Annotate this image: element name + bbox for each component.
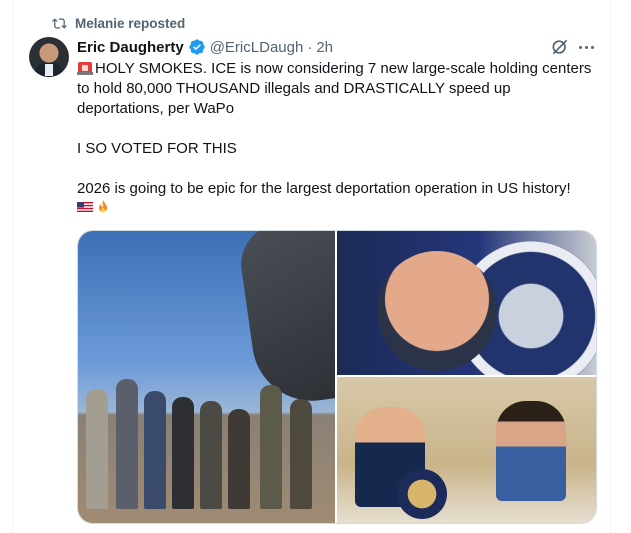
repost-label: Melanie reposted	[75, 15, 186, 31]
verified-badge-icon[interactable]	[188, 38, 206, 56]
author-handle[interactable]: @EricLDaugh	[210, 39, 304, 56]
us-flag-emoji	[77, 202, 93, 212]
siren-emoji	[77, 62, 93, 75]
ice-official-photo[interactable]	[337, 231, 596, 375]
grok-icon[interactable]	[550, 37, 570, 57]
media-grid	[77, 230, 597, 524]
deportation-flight-photo[interactable]	[78, 231, 335, 523]
fire-emoji	[99, 200, 107, 213]
post-text-2: I SO VOTED FOR THIS	[77, 140, 237, 157]
author-name[interactable]: Eric Daugherty	[77, 39, 184, 56]
avatar[interactable]	[29, 37, 69, 77]
separator-dot: ·	[307, 38, 313, 56]
post-body: HOLY SMOKES. ICE is now considering 7 ne…	[77, 59, 597, 219]
repost-icon	[52, 17, 67, 29]
post-text-3: 2026 is going to be epic for the largest…	[77, 180, 571, 197]
more-icon[interactable]	[575, 37, 597, 57]
post-text-1: HOLY SMOKES. ICE is now considering 7 ne…	[77, 60, 592, 117]
white-house-meeting-photo[interactable]	[337, 377, 596, 523]
post-header: Eric Daugherty @EricLDaugh · 2h	[77, 37, 333, 57]
repost-indicator[interactable]: Melanie reposted	[52, 14, 185, 32]
post-emojis	[77, 199, 597, 219]
post-time[interactable]: 2h	[316, 39, 333, 56]
